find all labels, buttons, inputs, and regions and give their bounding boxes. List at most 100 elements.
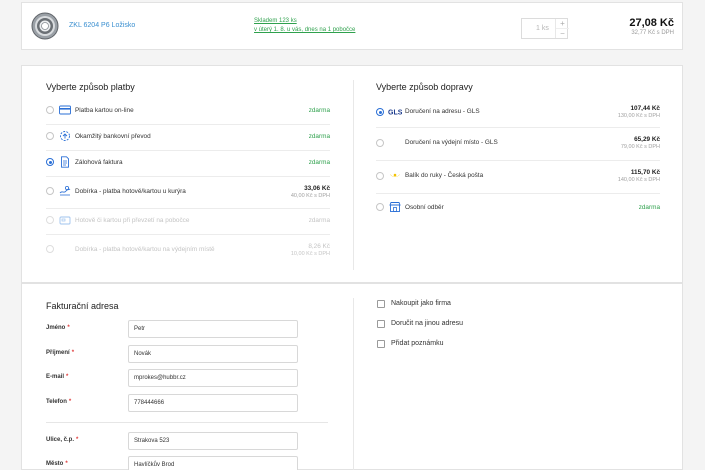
stock-delivery-date: v úterý 1. 8. u vás, dnes na 1 pobočce <box>254 27 356 33</box>
option-price: zdarma <box>308 217 330 224</box>
payment-option-bank-transfer[interactable]: Okamžitý bankovní převod zdarma <box>46 124 330 150</box>
payment-shipping-panel: Vyberte způsob platby Platba kartou on-l… <box>21 65 683 283</box>
bearing-icon <box>31 12 59 40</box>
first-name-input[interactable]: Petr <box>128 320 298 338</box>
option-price: zdarma <box>308 133 330 140</box>
option-label: Doručení na výdejní místo - GLS <box>405 139 498 146</box>
required-mark: * <box>67 325 70 331</box>
panel-divider <box>353 80 354 270</box>
last-name-input[interactable]: Novák <box>128 345 298 363</box>
option-label: Dobírka - platba hotově/kartou na výdejn… <box>75 246 215 253</box>
price-with-vat: 10,00 Kč s DPH <box>290 251 330 257</box>
field-label-text: Telefon <box>46 399 67 405</box>
invoice-icon <box>61 156 69 168</box>
form-divider <box>46 422 328 423</box>
quantity-plus-button[interactable]: + <box>556 19 569 28</box>
option-label: Hotově či kartou při převzetí na pobočce <box>75 217 190 224</box>
radio-button-selected[interactable] <box>46 158 54 166</box>
product-name-link[interactable]: ZKL 6204 P6 Ložisko <box>69 22 135 29</box>
checkbox-label: Přidat poznámku <box>391 340 444 347</box>
quantity-stepper[interactable]: 1 ks + − <box>521 18 569 39</box>
street-input[interactable]: Strakova 523 <box>128 432 298 450</box>
shipping-option-ceska-posta[interactable]: Balík do ruky - Česká pošta 115,70 Kč 14… <box>376 162 660 194</box>
quantity-value: 1 ks <box>536 25 549 32</box>
option-price: 65,29 Kč 79,00 Kč s DPH <box>621 136 660 151</box>
required-mark: * <box>66 374 69 380</box>
radio-button[interactable] <box>376 172 384 180</box>
option-label: Platba kartou on-line <box>75 107 134 114</box>
field-label-text: Příjmení <box>46 350 70 356</box>
checkbox[interactable] <box>377 340 385 348</box>
option-price: zdarma <box>308 159 330 166</box>
field-label-text: E-mail <box>46 374 65 380</box>
shipping-option-gls-pickup[interactable]: Doručení na výdejní místo - GLS 65,29 Kč… <box>376 129 660 161</box>
field-label: Ulice, č.p. * <box>46 437 78 443</box>
option-price: 107,44 Kč 130,00 Kč s DPH <box>618 105 660 120</box>
panel-divider <box>353 298 354 470</box>
payment-title: Vyberte způsob platby <box>46 82 135 92</box>
field-label: Jméno * <box>46 325 70 331</box>
cart-product-row: ZKL 6204 P6 Ložisko Skladem 123 ks v úte… <box>21 2 683 50</box>
option-price: 33,06 Kč 40,00 Kč s DPH <box>291 185 330 200</box>
shipping-title: Vyberte způsob dopravy <box>376 82 473 92</box>
stock-availability: Skladem 123 ks <box>254 18 297 24</box>
svg-text:GLS: GLS <box>388 110 402 117</box>
field-label: Příjmení * <box>46 350 74 356</box>
option-price: zdarma <box>638 204 660 211</box>
checkbox[interactable] <box>377 320 385 328</box>
field-label: Město * <box>46 461 68 467</box>
radio-button[interactable] <box>46 132 54 140</box>
option-label: Okamžitý bankovní převod <box>75 133 151 140</box>
price-main: 107,44 Kč <box>630 105 661 112</box>
radio-button[interactable] <box>376 203 384 211</box>
option-divider <box>376 193 660 194</box>
checkbox[interactable] <box>377 300 385 308</box>
stock-info[interactable]: Skladem 123 ks v úterý 1. 8. u vás, dnes… <box>254 17 355 35</box>
price-main: 27,08 Kč <box>629 17 674 29</box>
instant-transfer-icon <box>60 131 70 141</box>
shipping-option-personal-pickup[interactable]: Osobní odběr zdarma <box>376 195 660 221</box>
product-price: 27,08 Kč 32,77 Kč s DPH <box>629 17 674 38</box>
billing-panel: Fakturační adresa Jméno * Petr Příjmení * … <box>21 283 683 470</box>
gls-logo-icon: GLS <box>388 110 402 117</box>
price-with-vat: 40,00 Kč s DPH <box>290 193 330 199</box>
option-price: zdarma <box>308 107 330 114</box>
checkbox-label: Nakoupit jako firma <box>391 300 451 307</box>
payment-option-card-online[interactable]: Platba kartou on-line zdarma <box>46 98 330 124</box>
quantity-minus-button[interactable]: − <box>556 28 569 38</box>
city-input[interactable]: Havlíčkův Brod <box>128 456 298 470</box>
payment-option-cash-branch: Hotově či kartou při převzetí na pobočce… <box>46 208 330 234</box>
price-main: 33,06 Kč <box>304 185 330 192</box>
option-label: Doručení na adresu - GLS <box>405 108 480 115</box>
option-price: 8,26 Kč 10,00 Kč s DPH <box>291 243 330 258</box>
price-with-vat: 140,00 Kč s DPH <box>617 177 660 183</box>
required-mark: * <box>68 399 72 405</box>
field-label-text: Ulice, č.p. <box>46 437 75 443</box>
field-label-text: Jméno <box>46 325 66 331</box>
radio-button-selected[interactable] <box>376 108 384 116</box>
option-divider <box>376 127 660 128</box>
option-price: 115,70 Kč 140,00 Kč s DPH <box>618 169 660 184</box>
field-label: E-mail * <box>46 374 68 380</box>
option-divider <box>376 160 660 161</box>
radio-button[interactable] <box>46 187 54 195</box>
quantity-unit: ks <box>541 25 549 32</box>
credit-card-icon <box>59 105 71 115</box>
price-with-vat: 32,77 Kč s DPH <box>631 30 674 36</box>
field-label: Telefon * <box>46 399 71 405</box>
phone-input[interactable]: 778444666 <box>128 394 298 412</box>
payment-option-cod-courier[interactable]: Dobírka - platba hotově/kartou u kurýra … <box>46 176 330 208</box>
cash-delivery-icon <box>59 185 71 196</box>
quantity-number: 1 <box>536 25 540 32</box>
option-label: Balík do ruky - Česká pošta <box>405 172 484 179</box>
required-mark: * <box>76 437 79 443</box>
option-label: Dobírka - platba hotově/kartou u kurýra <box>75 188 186 195</box>
radio-button[interactable] <box>376 139 384 147</box>
price-main: 65,29 Kč <box>634 136 660 143</box>
email-input[interactable]: mprokes@hubbr.cz <box>128 369 298 387</box>
required-mark: * <box>71 350 75 356</box>
option-label: Zálohová faktura <box>75 159 123 166</box>
payment-option-proforma-invoice[interactable]: Zálohová faktura zdarma <box>46 150 330 176</box>
radio-button[interactable] <box>46 106 54 114</box>
price-main: 8,26 Kč <box>308 243 330 250</box>
